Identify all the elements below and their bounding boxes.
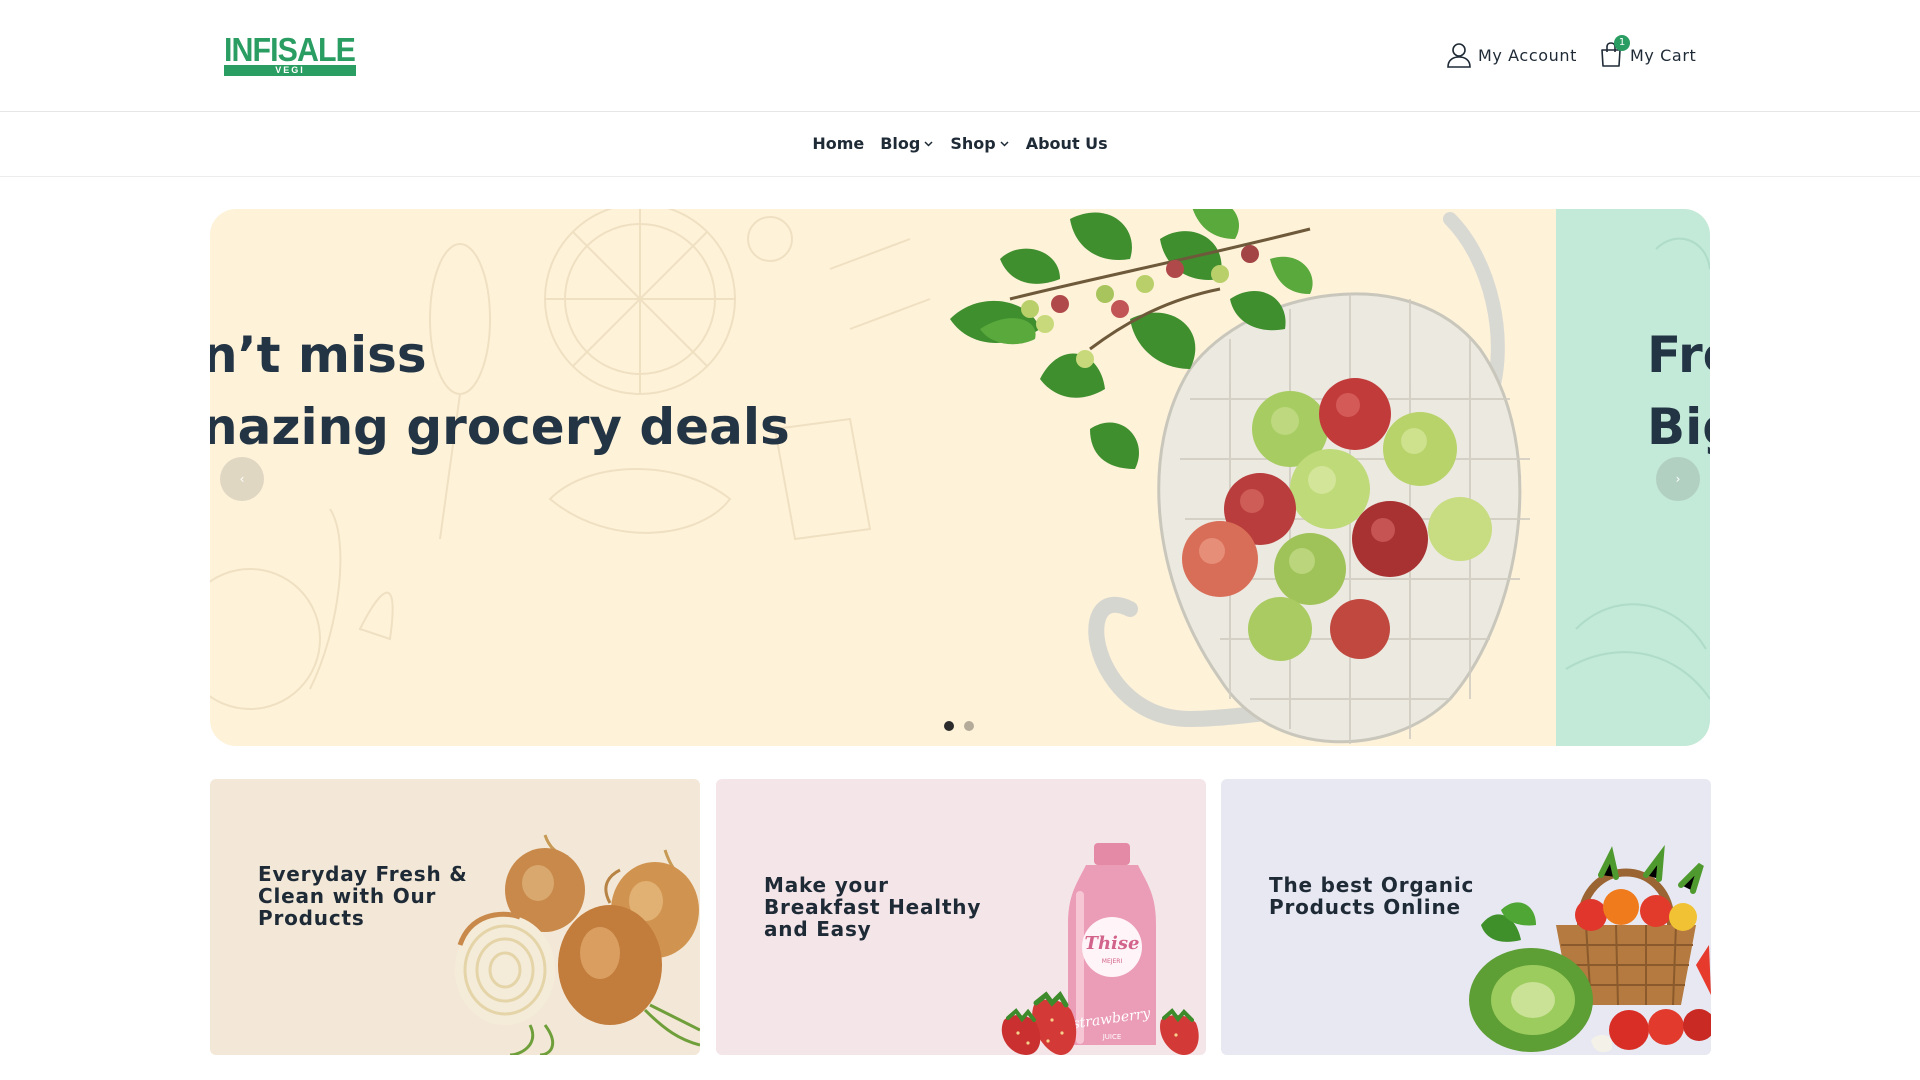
- nav-item-label: Blog: [880, 134, 921, 153]
- nav-item-label: Shop: [950, 134, 996, 153]
- slider-pagination: [944, 721, 974, 731]
- hero-slider[interactable]: n’t miss nazing grocery deals Fre Big: [210, 209, 1710, 746]
- slider-next-button[interactable]: ›: [1656, 457, 1700, 501]
- main-navigation: Home Blog Shop About Us: [0, 112, 1920, 177]
- my-account-link[interactable]: My Account: [1446, 40, 1577, 70]
- nav-item-about-us[interactable]: About Us: [1026, 134, 1108, 153]
- slider-dot-2[interactable]: [964, 721, 974, 731]
- chevron-down-icon: [1000, 141, 1009, 147]
- next-slide-line-2: Big: [1647, 398, 1710, 456]
- nav-item-label: Home: [812, 134, 865, 153]
- nav-item-shop[interactable]: Shop: [950, 134, 1009, 153]
- user-icon: [1447, 43, 1471, 68]
- bottle-brand-text: Thise: [1085, 933, 1140, 954]
- my-account-label: My Account: [1478, 45, 1577, 65]
- promo-banner-breakfast[interactable]: Make your Breakfast Healthy and Easy Thi…: [716, 779, 1206, 1055]
- slider-prev-button[interactable]: ‹: [220, 457, 264, 501]
- next-slide-line-1: Fre: [1647, 326, 1710, 384]
- my-cart-link[interactable]: 1 My Cart: [1598, 35, 1697, 70]
- logo-wordmark: INFISALE: [224, 31, 356, 68]
- site-header: INFISALE VEGI My Account 1 My Cart: [0, 0, 1920, 112]
- apples-mesh-bag-image: [950, 209, 1530, 744]
- vegetable-basket-image: [1469, 844, 1711, 1053]
- cart-count-badge: 1: [1614, 35, 1630, 51]
- hero-headline-line-2: nazing grocery deals: [210, 398, 790, 456]
- strawberry-juice-image: Thise MEJERI strawberry JUICE: [1001, 843, 1199, 1055]
- promo-banner-fresh[interactable]: Everyday Fresh & Clean with Our Products: [210, 779, 700, 1055]
- brand-logo[interactable]: INFISALE VEGI: [224, 31, 356, 76]
- nav-item-label: About Us: [1025, 134, 1108, 153]
- bottle-brand-sub: MEJERI: [1102, 958, 1123, 965]
- logo-subtitle: VEGI: [224, 65, 356, 76]
- hero-headline: n’t miss nazing grocery deals: [210, 319, 790, 463]
- nav-item-blog[interactable]: Blog: [880, 134, 934, 153]
- promo-banner-organic[interactable]: The best Organic Products Online: [1221, 779, 1711, 1055]
- my-cart-label: My Cart: [1630, 45, 1697, 65]
- next-slide-headline: Fre Big: [1647, 319, 1710, 463]
- bottle-script-tail: JUICE: [1102, 1033, 1122, 1041]
- onions-image: [455, 834, 700, 1055]
- slider-dot-1[interactable]: [944, 721, 954, 731]
- hero-headline-line-1: n’t miss: [210, 326, 427, 384]
- nav-item-home[interactable]: Home: [812, 134, 864, 153]
- chevron-down-icon: [924, 141, 933, 147]
